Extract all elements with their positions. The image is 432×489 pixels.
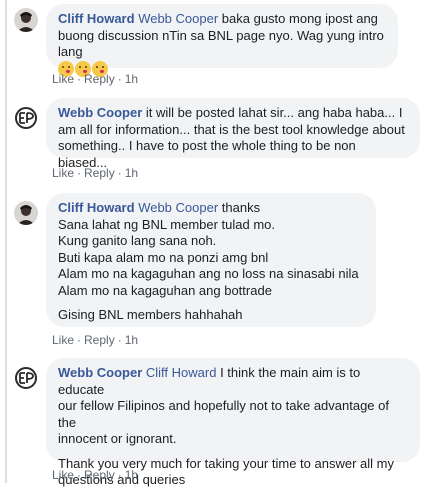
mention-link[interactable]: Webb Cooper [138,11,218,26]
mention-link[interactable]: Cliff Howard [146,365,217,380]
comment-bubble: Webb Cooper Cliff Howard I think the mai… [46,358,420,487]
avatar-cliff-howard[interactable] [14,201,38,225]
comment-actions: Like · Reply · 1h [52,72,139,86]
author-name[interactable]: Webb Cooper [58,365,142,380]
comment-text-line: Kung ganito lang sana noh. [58,233,217,248]
reply-link[interactable]: Reply [84,166,115,180]
comment-bubble: Webb Cooper it will be posted lahat sir.… [46,98,420,170]
comment-text-line: Alam mo na kagaguhan ang no loss na sina… [58,266,359,281]
comment-actions: Like · Reply · 1h [52,468,139,482]
comment-text-line: something.. I have to post the whole thi… [58,138,356,170]
comment-text-line: baka gusto mong ipost ang [221,11,378,26]
reply-link[interactable]: Reply [84,333,115,347]
author-name[interactable]: Cliff Howard [58,200,135,215]
comment-text-line: our fellow Filipinos and hopefully not t… [58,398,389,430]
comment-text-line: Gising BNL members hahhahah [58,307,243,322]
comment-text-line: innocent or ignorant. [58,431,177,446]
timestamp[interactable]: 1h [125,72,138,86]
reply-link[interactable]: Reply [84,72,115,86]
comment-text-line: am all for information... that is the be… [58,121,405,137]
like-link[interactable]: Like [52,72,74,86]
author-name[interactable]: Webb Cooper [58,105,142,120]
timestamp[interactable]: 1h [125,166,138,180]
comment-actions: Like · Reply · 1h [52,333,139,347]
avatar-webb-cooper[interactable] [14,106,38,130]
like-link[interactable]: Like [52,166,74,180]
comment-bubble: Cliff Howard Webb Cooper baka gusto mong… [46,4,398,77]
comment-text-line: buong discussion nTin sa BNL page nyo. W… [58,27,384,60]
comment-text-line: Buti kapa alam mo na ponzi amg bnl [58,249,269,265]
author-name[interactable]: Cliff Howard [58,11,135,26]
timestamp[interactable]: 1h [125,333,138,347]
comment-text-line: it will be posted lahat sir... ang haba … [145,105,403,120]
comment-text-line: Alam mo na kagaguhan ang bottrade [58,282,272,298]
mention-link[interactable]: Webb Cooper [138,200,218,215]
like-link[interactable]: Like [52,468,74,482]
reply-link[interactable]: Reply [84,468,115,482]
comment-text-line: Sana lahat ng BNL member tulad mo. [58,216,276,232]
avatar-webb-cooper[interactable] [14,366,38,390]
timestamp[interactable]: 1h [125,468,138,482]
comment-bubble: Cliff Howard Webb Cooper thanks Sana lah… [46,193,376,327]
avatar-cliff-howard[interactable] [14,8,38,32]
comment-actions: Like · Reply · 1h [52,166,139,180]
like-link[interactable]: Like [52,333,74,347]
comment-text-line: thanks [221,200,261,215]
thread-line [5,0,7,483]
